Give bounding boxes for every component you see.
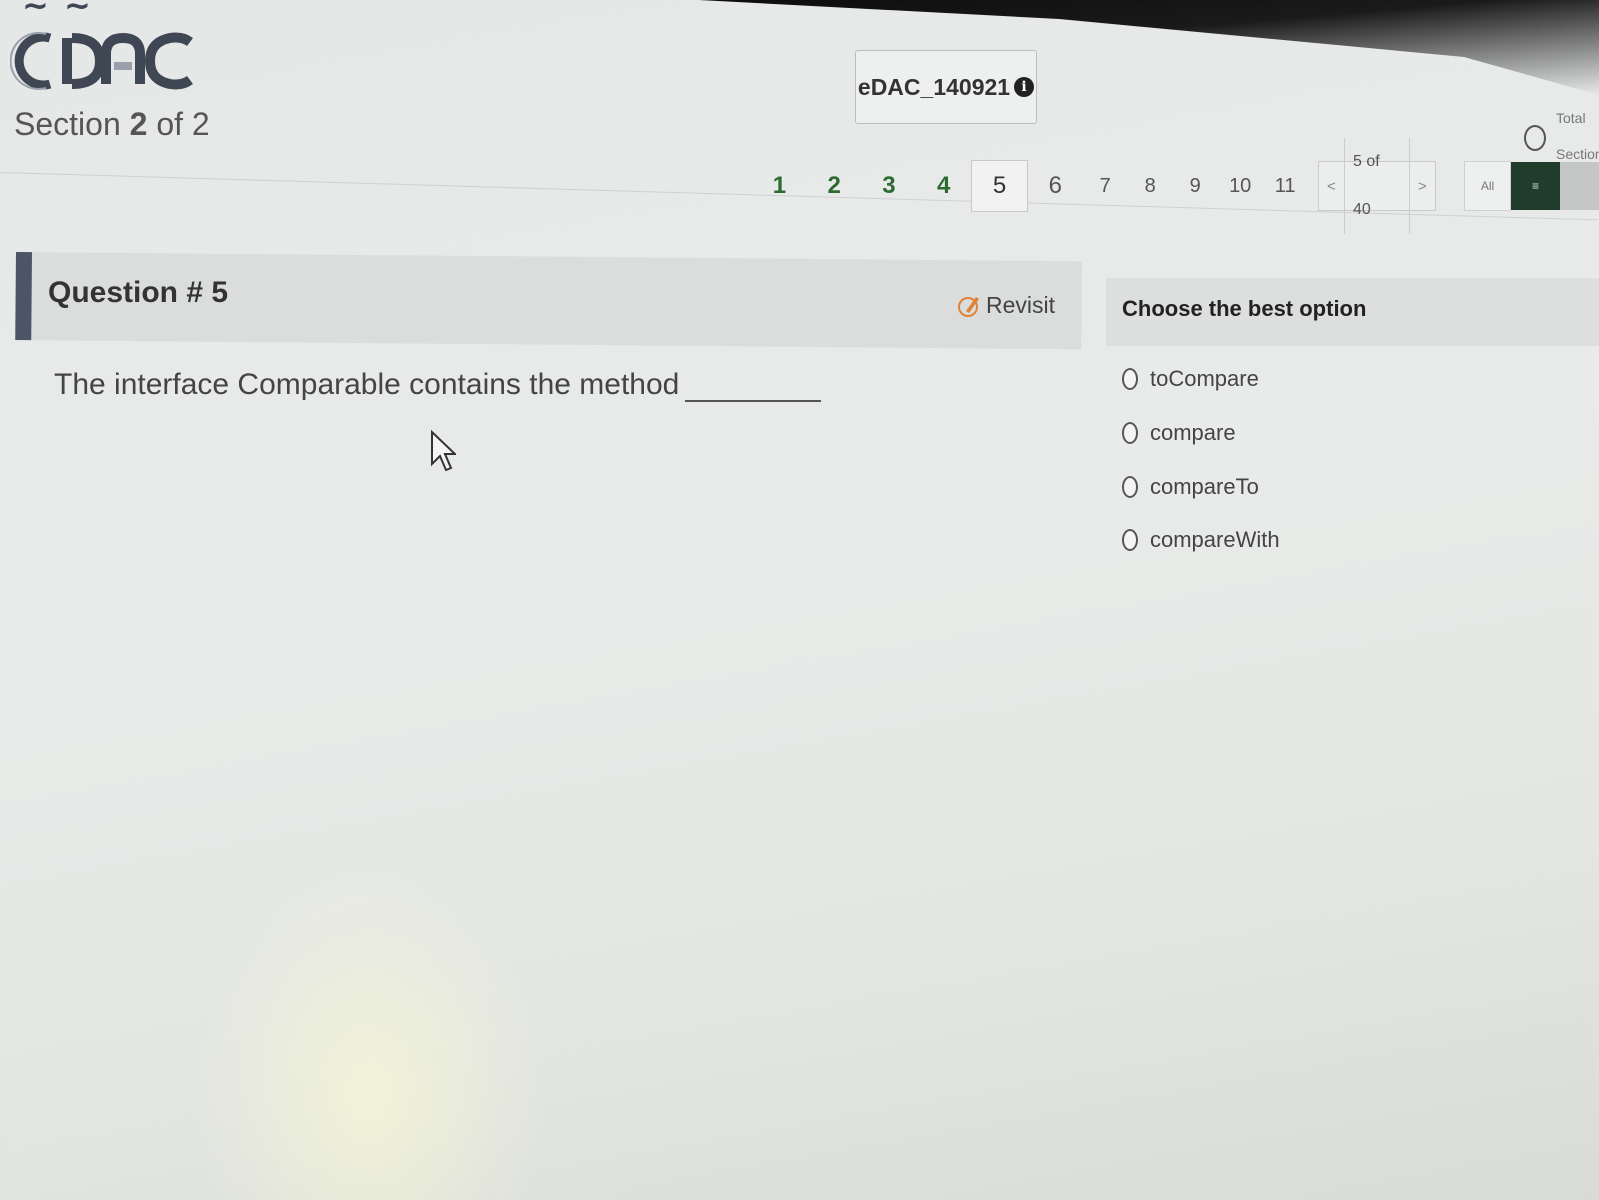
pager-question-7[interactable]: 7 [1083, 161, 1128, 211]
section-label: Section [14, 106, 121, 142]
section-indicator: Section 2 of 2 [14, 106, 210, 143]
radio-button[interactable] [1122, 422, 1138, 444]
option-label: compare [1150, 420, 1236, 445]
info-icon[interactable]: i [1014, 77, 1035, 97]
pager-question-2[interactable]: 2 [807, 161, 862, 211]
candidate-id: eDAC_140921 [857, 73, 1011, 100]
prev-page-button[interactable]: < [1319, 178, 1344, 195]
section-current: 2 [129, 106, 148, 142]
question-text: The interface Comparable contains the me… [54, 368, 822, 402]
revisit-label: Revisit [986, 292, 1056, 318]
pager-edge [1559, 162, 1599, 210]
question-text-body: The interface Comparable contains the me… [54, 368, 680, 401]
cdac-logo [10, 32, 193, 90]
logo-top-fragment: ~ ~ [22, 0, 93, 24]
option-compareto[interactable]: compareTo [1122, 474, 1259, 500]
section-of: of 2 [156, 106, 210, 142]
radio-button[interactable] [1122, 476, 1138, 498]
option-comparewith[interactable]: compareWith [1122, 527, 1280, 553]
pager-position: 5 of 40 [1344, 138, 1410, 234]
pager-question-1[interactable]: 1 [752, 161, 807, 211]
next-page-button[interactable]: > [1410, 178, 1435, 195]
question-pager: 1 2 3 4 5 6 7 8 9 10 11 < 5 of 40 > All … [752, 138, 1599, 234]
radio-button[interactable] [1122, 368, 1138, 390]
pager-question-10[interactable]: 10 [1218, 161, 1263, 211]
pager-question-5[interactable]: 5 [971, 160, 1028, 212]
revisit-button[interactable]: Revisit [958, 292, 1055, 319]
timer-total-label: Total [1556, 110, 1586, 126]
answer-blank [685, 378, 822, 402]
show-all-button[interactable]: All [1464, 161, 1512, 211]
pager-question-3[interactable]: 3 [862, 161, 917, 211]
screen-glare [190, 860, 550, 1200]
pager-nav-group: < 5 of 40 > [1317, 138, 1437, 234]
options-title: Choose the best option [1122, 296, 1367, 321]
radio-button[interactable] [1122, 529, 1138, 551]
option-compare[interactable]: compare [1122, 420, 1236, 446]
mouse-cursor-icon [431, 430, 456, 472]
pager-question-8[interactable]: 8 [1128, 161, 1173, 211]
clock-icon [1524, 125, 1546, 151]
option-tocompare[interactable]: toCompare [1122, 366, 1259, 392]
pager-question-9[interactable]: 9 [1173, 161, 1218, 211]
grid-view-button[interactable]: ≡ [1511, 162, 1560, 210]
candidate-id-box[interactable]: eDAC_140921 i [855, 50, 1037, 124]
screen-bezel-shadow [699, 0, 1599, 95]
option-label: toCompare [1150, 366, 1259, 391]
pager-question-11[interactable]: 11 [1263, 161, 1308, 211]
pencil-icon [958, 296, 979, 317]
pager-question-4[interactable]: 4 [916, 161, 971, 211]
pager-question-6[interactable]: 6 [1028, 161, 1083, 211]
option-label: compareTo [1150, 474, 1259, 499]
option-label: compareWith [1150, 527, 1280, 552]
question-title: Question # 5 [48, 276, 229, 309]
